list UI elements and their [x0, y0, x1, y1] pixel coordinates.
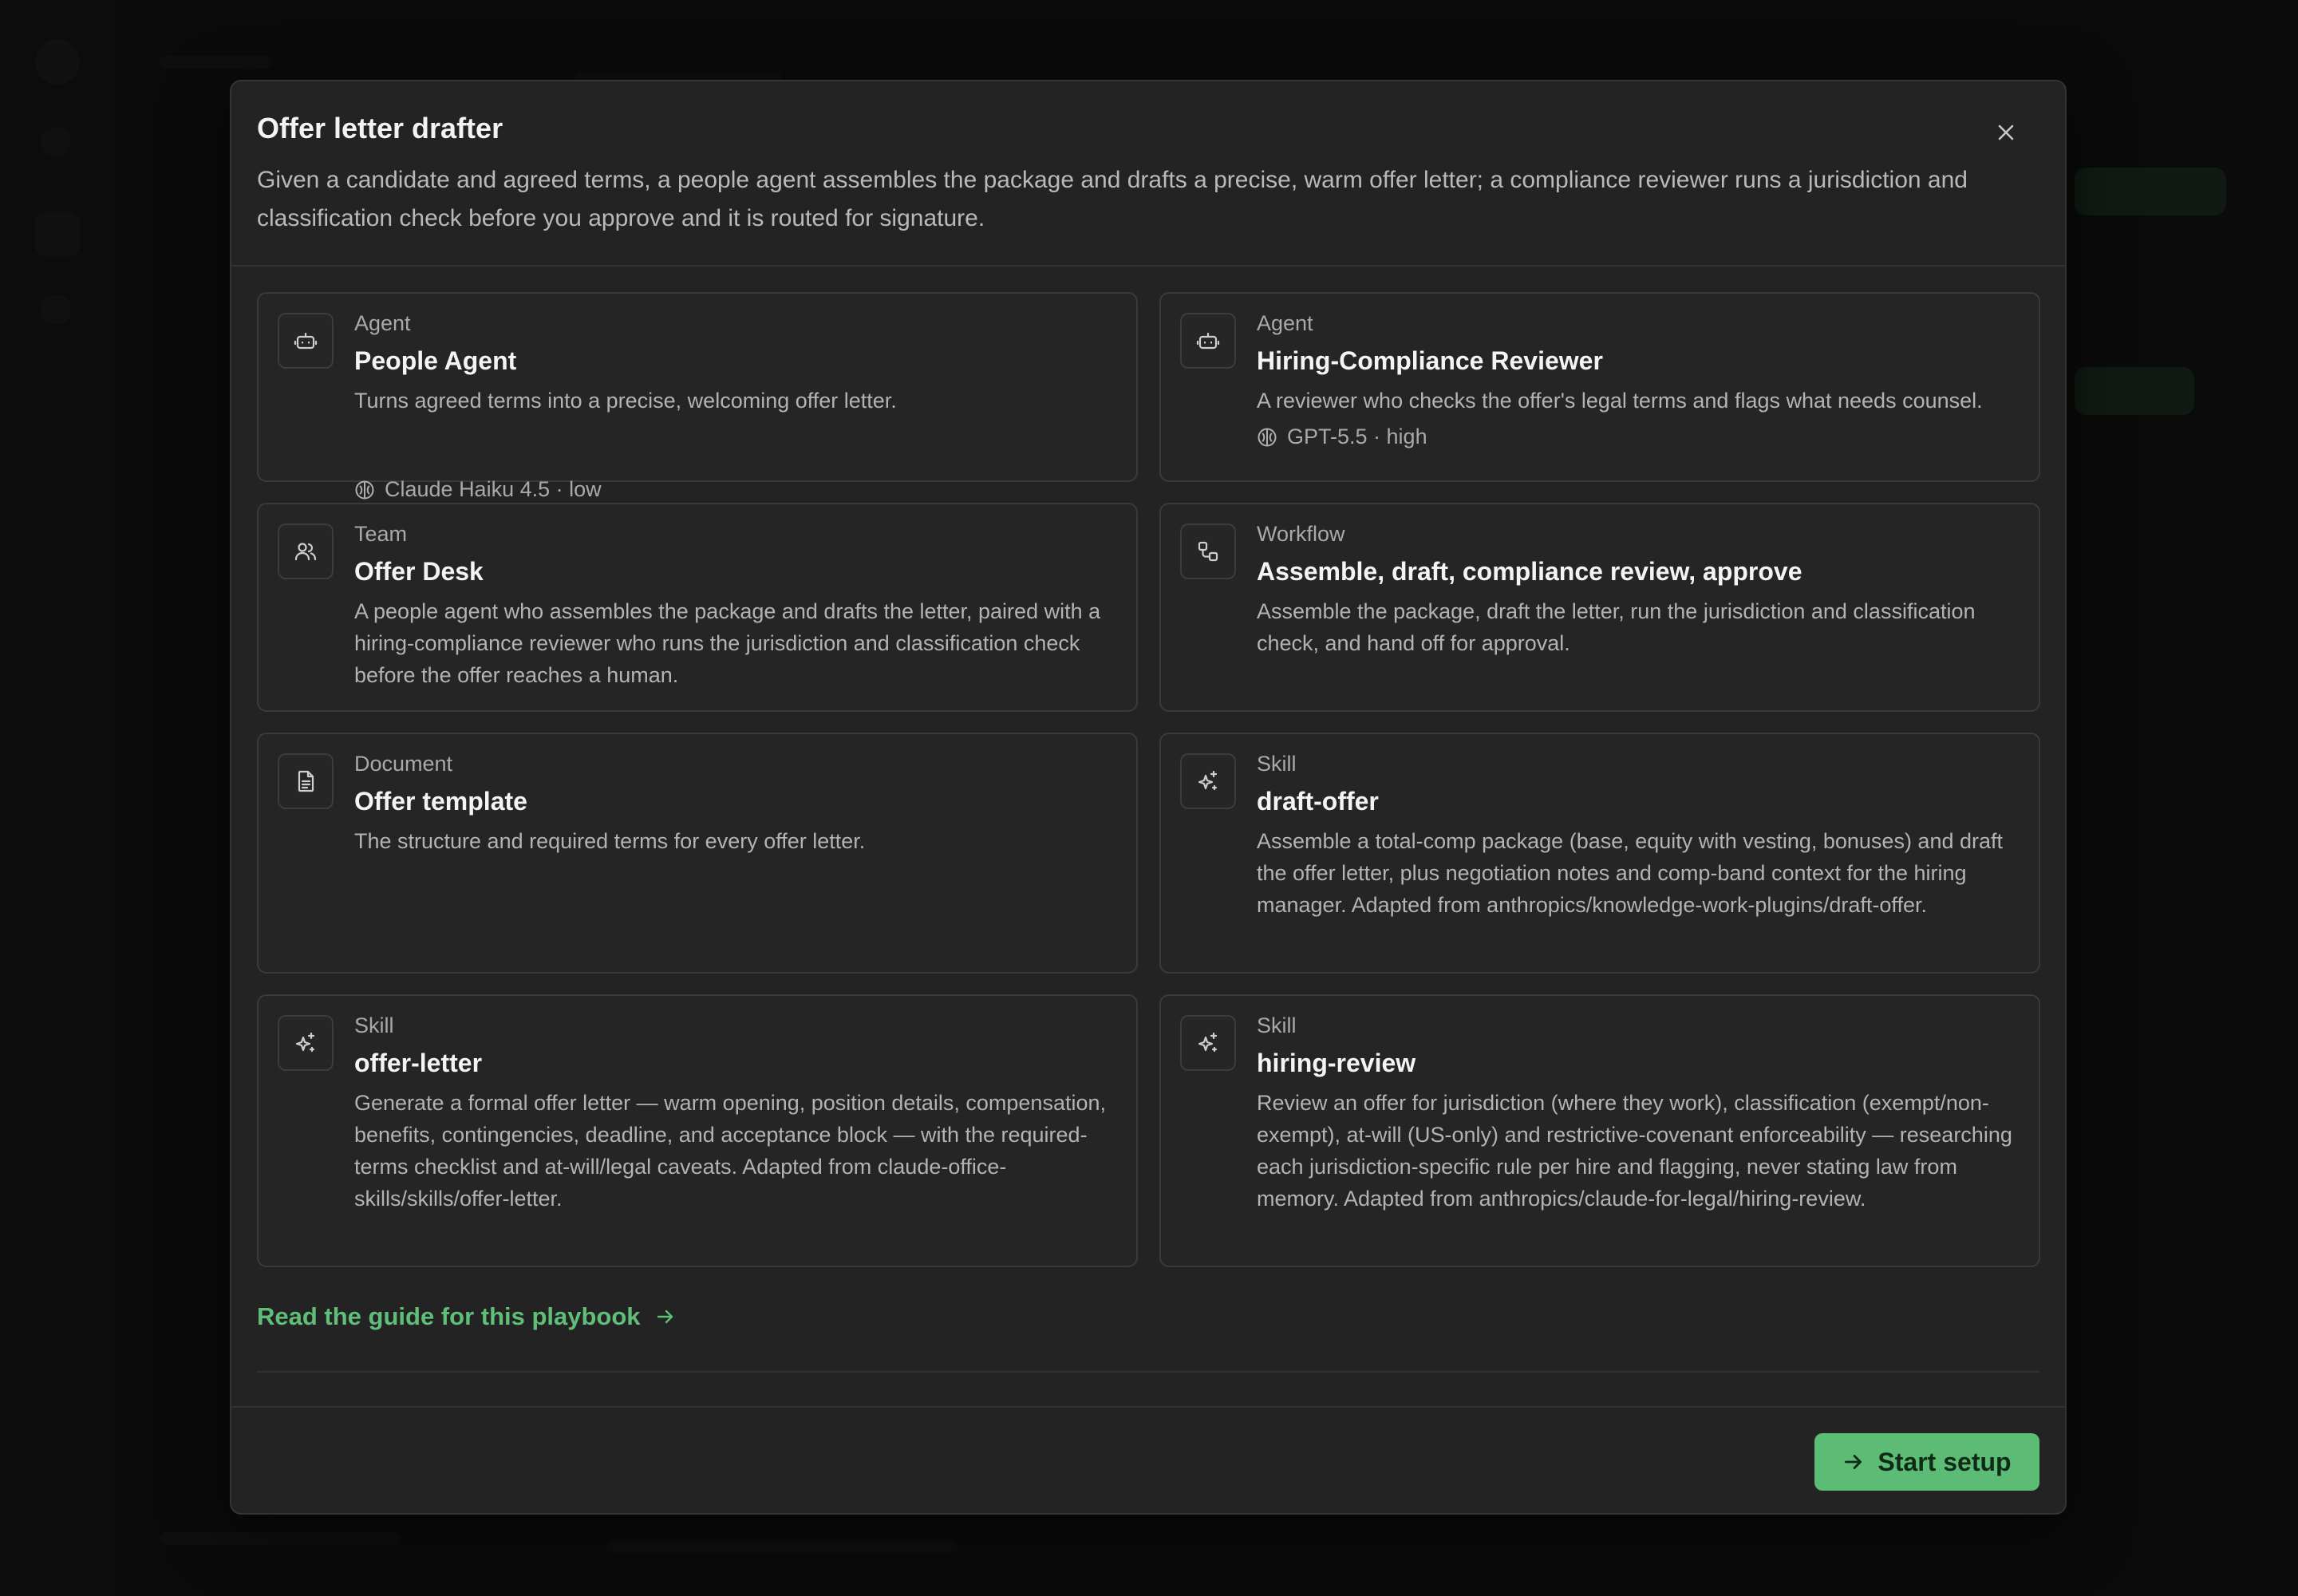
- card-hiring-compliance-reviewer[interactable]: Agent Hiring-Compliance Reviewer A revie…: [1159, 292, 2040, 482]
- close-button[interactable]: [1988, 115, 2024, 150]
- card-skill-offer-letter[interactable]: Skill offer-letter Generate a formal off…: [257, 994, 1138, 1267]
- sparkle-icon: [1180, 1015, 1236, 1071]
- card-workflow[interactable]: Workflow Assemble, draft, compliance rev…: [1159, 503, 2040, 712]
- card-name: Hiring-Compliance Reviewer: [1257, 346, 1603, 375]
- card-kind: Skill: [1257, 1013, 1297, 1037]
- card-kind: Document: [354, 752, 453, 776]
- card-offer-template[interactable]: Document Offer template The structure an…: [257, 733, 1138, 974]
- card-model-label: GPT-5.5 · high: [1287, 425, 1427, 448]
- sparkle-icon: [278, 1015, 334, 1071]
- card-description: A people agent who assembles the package…: [354, 599, 1101, 687]
- sparkle-icon: [1180, 753, 1236, 809]
- card-description: Assemble a total-comp package (base, equ…: [1257, 829, 2004, 917]
- guide-link[interactable]: Read the guide for this playbook: [257, 1302, 676, 1331]
- document-icon: [278, 753, 334, 809]
- robot-icon: [278, 313, 334, 369]
- divider: [257, 1371, 2039, 1373]
- card-name: Offer Desk: [354, 557, 484, 586]
- card-kind: Team: [354, 522, 408, 546]
- card-skill-hiring-review[interactable]: Skill hiring-review Review an offer for …: [1159, 994, 2040, 1267]
- guide-link-label: Read the guide for this playbook: [257, 1302, 641, 1330]
- card-description: Generate a formal offer letter — warm op…: [354, 1091, 1106, 1211]
- close-icon: [1998, 124, 2014, 140]
- workflow-icon: [1180, 523, 1236, 579]
- card-model-label: Claude Haiku 4.5 · low: [385, 477, 602, 501]
- card-name: hiring-review: [1257, 1049, 1416, 1077]
- card-description: A reviewer who checks the offer's legal …: [1257, 389, 1983, 413]
- brain-icon: [1258, 428, 1277, 446]
- card-name: People Agent: [354, 346, 517, 375]
- card-name: offer-letter: [354, 1049, 483, 1077]
- start-setup-label: Start setup: [1877, 1447, 2012, 1476]
- card-people-agent[interactable]: Agent People Agent Turns agreed terms in…: [257, 292, 1138, 501]
- card-kind: Workflow: [1257, 522, 1345, 546]
- playbook-modal: Offer letter drafter Given a candidate a…: [230, 80, 2067, 1515]
- modal-title: Offer letter drafter: [257, 112, 503, 144]
- robot-icon: [1180, 313, 1236, 369]
- card-model: Claude Haiku 4.5 · low: [354, 477, 602, 502]
- users-icon: [278, 523, 334, 579]
- modal-description: Given a candidate and agreed terms, a pe…: [257, 167, 1968, 231]
- card-skill-draft-offer[interactable]: Skill draft-offer Assemble a total-comp …: [1159, 733, 2040, 974]
- card-name: Offer template: [354, 787, 527, 816]
- card-name: Assemble, draft, compliance review, appr…: [1257, 557, 1802, 586]
- arrow-right-icon: [657, 1310, 673, 1324]
- modal-header: Offer letter drafter Given a candidate a…: [231, 81, 2065, 267]
- card-name: draft-offer: [1257, 787, 1379, 816]
- start-setup-button[interactable]: Start setup: [1814, 1433, 2039, 1491]
- arrow-right-icon: [1845, 1455, 1862, 1469]
- footer-divider: [231, 1406, 2065, 1408]
- card-kind: Agent: [354, 311, 411, 335]
- card-description: Review an offer for jurisdiction (where …: [1257, 1091, 2012, 1211]
- card-kind: Agent: [1257, 311, 1313, 335]
- card-kind: Skill: [354, 1013, 394, 1037]
- card-offer-desk[interactable]: Team Offer Desk A people agent who assem…: [257, 503, 1138, 712]
- card-model: GPT-5.5 · high: [1257, 425, 1427, 449]
- brain-icon: [355, 480, 374, 499]
- card-kind: Skill: [1257, 752, 1297, 776]
- card-description: Assemble the package, draft the letter, …: [1257, 599, 1976, 655]
- card-description: Turns agreed terms into a precise, welco…: [354, 389, 897, 413]
- card-description: The structure and required terms for eve…: [354, 829, 866, 853]
